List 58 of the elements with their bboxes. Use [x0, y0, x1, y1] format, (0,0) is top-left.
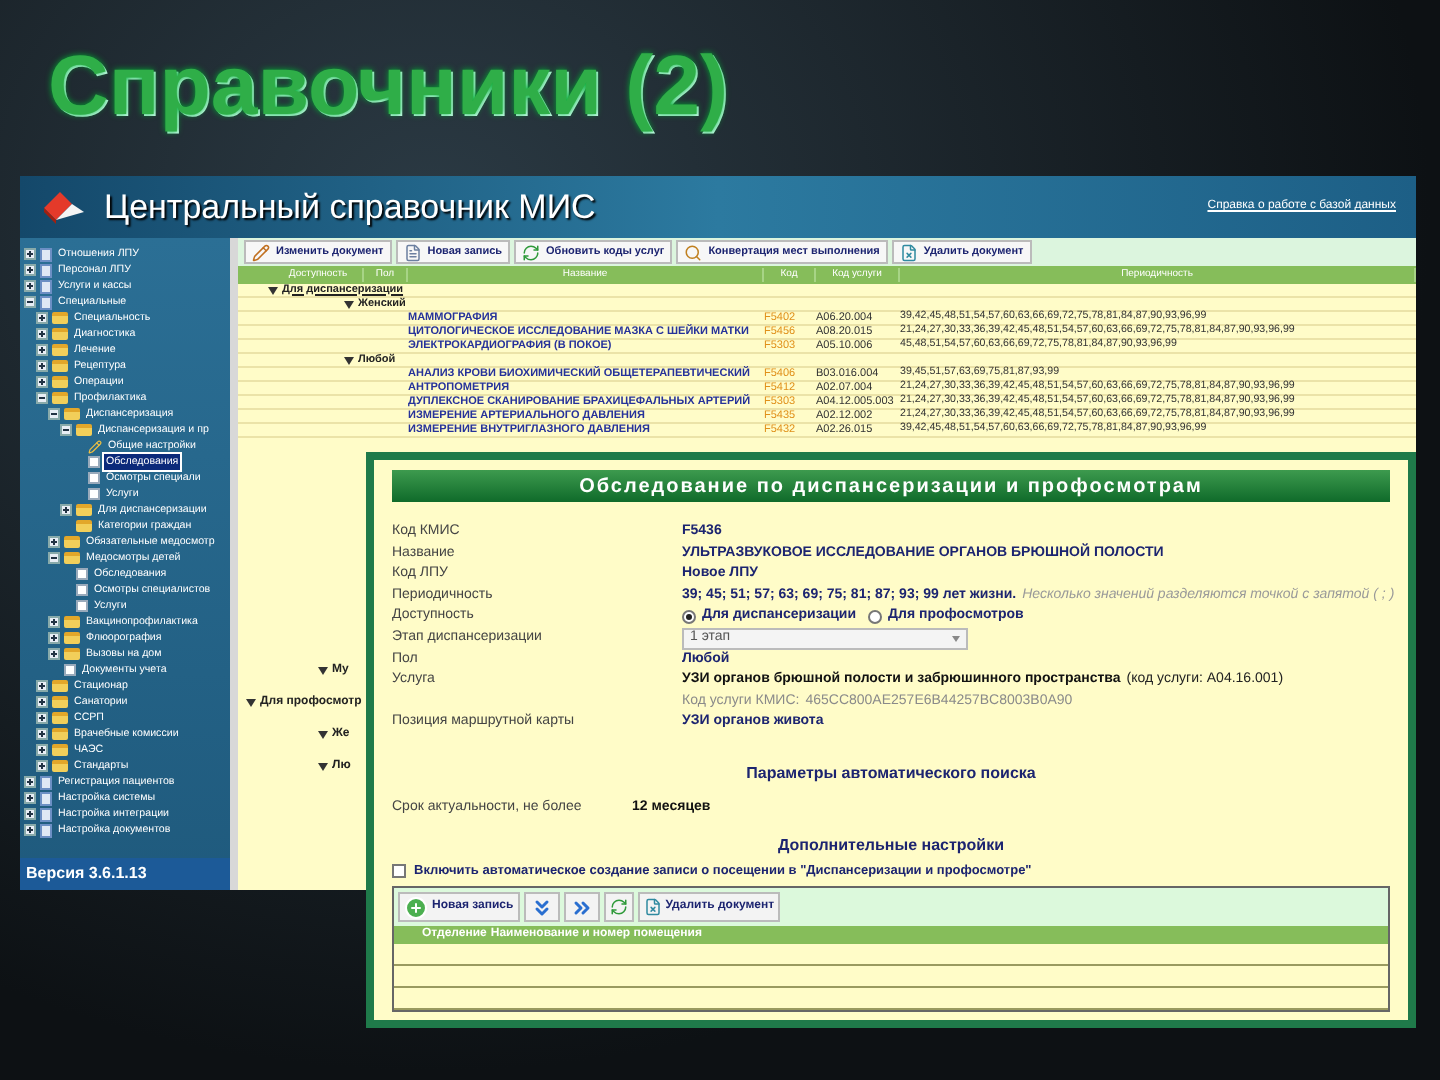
app-title: Центральный справочник МИС	[104, 185, 596, 230]
expand-icon[interactable]	[36, 312, 48, 324]
dropdown-arrow-icon	[952, 635, 960, 641]
expand-icon[interactable]	[60, 504, 72, 516]
collapse-icon[interactable]	[48, 552, 60, 564]
pencil-icon	[252, 243, 270, 261]
expand-icon[interactable]	[24, 776, 36, 788]
radio-button[interactable]	[868, 609, 883, 624]
expand-icon[interactable]	[24, 824, 36, 836]
collapse-icon[interactable]	[48, 408, 60, 420]
expand-icon[interactable]	[24, 248, 36, 260]
expand-icon[interactable]	[48, 632, 60, 644]
expand-icon[interactable]	[36, 344, 48, 356]
page-icon	[64, 664, 76, 676]
caret-down-icon[interactable]	[318, 761, 328, 771]
collapse-icon[interactable]	[24, 296, 36, 308]
document-icon	[403, 243, 422, 261]
expand-icon[interactable]	[24, 264, 36, 276]
section-heading: Дополнительные настройки	[778, 833, 1004, 857]
expand-icon[interactable]	[36, 760, 48, 772]
icon-button[interactable]	[523, 892, 560, 923]
expand-icon[interactable]	[36, 696, 48, 708]
pencil-icon	[88, 439, 102, 453]
caret-down-icon[interactable]	[318, 729, 328, 739]
checkbox[interactable]	[392, 863, 406, 878]
expand-icon[interactable]	[24, 792, 36, 804]
expand-icon[interactable]	[36, 328, 48, 340]
expand-icon[interactable]	[36, 712, 48, 724]
document-delete-icon	[899, 243, 918, 261]
slide-title: Справочники (2)	[48, 36, 728, 136]
dialog-title: Обследование по диспансеризации и профосмотрам	[392, 470, 1390, 502]
expand-icon[interactable]	[36, 376, 48, 388]
collapse-icon[interactable]	[60, 424, 72, 436]
refresh-icon	[609, 898, 628, 917]
expand-icon[interactable]	[36, 680, 48, 692]
expand-icon[interactable]	[48, 616, 60, 628]
refresh-icon	[522, 243, 541, 261]
search-icon	[684, 243, 703, 261]
expand-icon[interactable]	[36, 360, 48, 372]
icon-button[interactable]	[563, 892, 600, 923]
radio-button[interactable]	[682, 609, 696, 624]
caret-down-icon[interactable]	[246, 697, 256, 707]
book-logo-icon	[40, 187, 88, 227]
plus-icon	[404, 895, 428, 920]
expand-icon[interactable]	[24, 808, 36, 820]
caret-down-icon[interactable]	[344, 355, 354, 365]
expand-icon[interactable]	[48, 648, 60, 660]
expand-icon[interactable]	[36, 728, 48, 740]
caret-down-icon[interactable]	[344, 299, 354, 309]
caret-down-icon[interactable]	[318, 665, 328, 675]
collapse-icon[interactable]	[36, 392, 48, 404]
expand-icon[interactable]	[48, 536, 60, 548]
section-heading: Параметры автоматического поиска	[746, 761, 1036, 785]
document-delete-icon	[643, 898, 662, 917]
expand-icon[interactable]	[24, 280, 36, 292]
version-bar: Версия 3.6.1.13	[20, 858, 230, 890]
icon-button[interactable]	[603, 892, 634, 923]
expand-icon[interactable]	[36, 744, 48, 756]
